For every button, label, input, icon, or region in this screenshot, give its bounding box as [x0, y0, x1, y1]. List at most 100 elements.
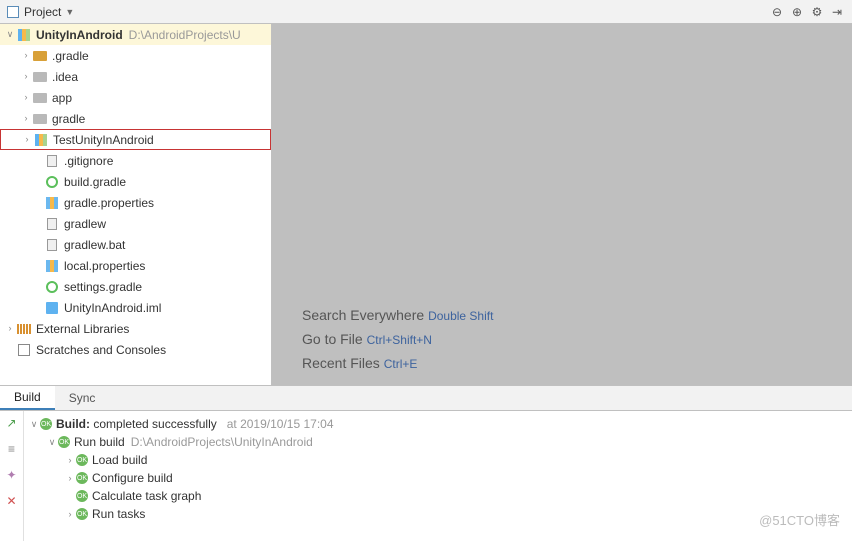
- run-build-row[interactable]: ∨ OK Run build D:\AndroidProjects\UnityI…: [24, 433, 852, 451]
- prop-icon: [44, 196, 60, 210]
- library-icon: [16, 322, 32, 336]
- ok-icon: OK: [76, 454, 88, 466]
- hide-icon[interactable]: ⇥: [828, 3, 846, 21]
- chevron-right-icon[interactable]: ›: [21, 135, 33, 144]
- tree-item[interactable]: › app: [0, 87, 271, 108]
- file-icon: [44, 238, 60, 252]
- build-task-row[interactable]: ›OKCalculate task graph: [24, 487, 852, 505]
- editor-hint: Search Everywhere Double Shift: [302, 307, 852, 323]
- tree-item[interactable]: › .gradle: [0, 45, 271, 66]
- module-icon: [33, 133, 49, 147]
- shortcut-key: Ctrl+E: [384, 357, 418, 371]
- pin-icon[interactable]: ✦: [4, 467, 20, 483]
- tree-item-label: External Libraries: [36, 322, 129, 336]
- tree-item[interactable]: ›UnityInAndroid.iml: [0, 297, 271, 318]
- tree-item-label: .gitignore: [64, 154, 113, 168]
- tree-item[interactable]: › gradle: [0, 108, 271, 129]
- editor-hint: Recent Files Ctrl+E: [302, 355, 852, 371]
- chevron-down-icon[interactable]: ∨: [46, 438, 58, 447]
- file-icon: [44, 217, 60, 231]
- collapse-all-icon[interactable]: ⊖: [768, 3, 786, 21]
- build-time: at 2019/10/15 17:04: [227, 417, 334, 431]
- gradle-icon: [44, 280, 60, 294]
- chevron-down-icon[interactable]: ▼: [65, 7, 74, 17]
- ok-icon: OK: [76, 508, 88, 520]
- tree-root[interactable]: ∨ UnityInAndroid D:\AndroidProjects\U: [0, 24, 271, 45]
- tree-item[interactable]: ›gradlew.bat: [0, 234, 271, 255]
- task-label: Calculate task graph: [92, 489, 201, 503]
- project-toolbar: Project ▼ ⊖ ⊕ ⚙ ⇥: [0, 0, 852, 24]
- ok-icon: OK: [58, 436, 70, 448]
- chevron-right-icon[interactable]: ›: [64, 456, 76, 465]
- tab-sync[interactable]: Sync: [55, 386, 110, 410]
- build-task-row[interactable]: ›OK Run tasks: [24, 505, 852, 523]
- chevron-right-icon[interactable]: ›: [20, 51, 32, 60]
- tree-item-label: Scratches and Consoles: [36, 343, 166, 357]
- tree-item[interactable]: ›settings.gradle: [0, 276, 271, 297]
- tree-item-label: TestUnityInAndroid: [53, 133, 154, 147]
- build-task-row[interactable]: ›OK Load build: [24, 451, 852, 469]
- project-tree[interactable]: ∨ UnityInAndroid D:\AndroidProjects\U ›.…: [0, 24, 272, 385]
- chevron-right-icon[interactable]: ›: [64, 474, 76, 483]
- task-label: Run tasks: [92, 507, 145, 521]
- build-panel: ↗ ≡ ✦ ✕ ∨ OK Build: completed successful…: [0, 411, 852, 541]
- tree-item[interactable]: ›gradlew: [0, 213, 271, 234]
- tree-item-label: .gradle: [52, 49, 89, 63]
- close-icon[interactable]: ✕: [4, 493, 20, 509]
- chevron-down-icon[interactable]: ∨: [28, 420, 40, 429]
- tree-item-label: .idea: [52, 70, 78, 84]
- tree-root-path: D:\AndroidProjects\U: [129, 28, 241, 42]
- build-tree[interactable]: ∨ OK Build: completed successfully at 20…: [24, 411, 852, 541]
- rerun-icon[interactable]: ↗: [4, 415, 20, 431]
- tree-item[interactable]: › .idea: [0, 66, 271, 87]
- main-area: ∨ UnityInAndroid D:\AndroidProjects\U ›.…: [0, 24, 852, 385]
- ok-icon: OK: [76, 472, 88, 484]
- tree-item[interactable]: ›gradle.properties: [0, 192, 271, 213]
- tree-item-label: local.properties: [64, 259, 145, 273]
- task-label: Load build: [92, 453, 147, 467]
- chevron-right-icon[interactable]: ›: [64, 510, 76, 519]
- folder-closed: [32, 70, 48, 84]
- tree-item[interactable]: › TestUnityInAndroid: [0, 129, 271, 150]
- chevron-down-icon[interactable]: ∨: [4, 30, 16, 39]
- editor-empty: Search Everywhere Double Shift Go to File…: [272, 24, 852, 385]
- filter-icon[interactable]: ≡: [4, 441, 20, 457]
- tab-build[interactable]: Build: [0, 386, 55, 410]
- chevron-right-icon[interactable]: ›: [4, 324, 16, 333]
- build-header: Build Sync: [0, 385, 852, 411]
- project-dropdown[interactable]: Project: [24, 5, 61, 19]
- scratch-icon: [16, 343, 32, 357]
- prop-icon: [44, 259, 60, 273]
- tree-item-label: app: [52, 91, 72, 105]
- external-libraries[interactable]: › External Libraries: [0, 318, 271, 339]
- tree-item[interactable]: ›.gitignore: [0, 150, 271, 171]
- tree-item-label: settings.gradle: [64, 280, 142, 294]
- editor-hint: Go to File Ctrl+Shift+N: [302, 331, 852, 347]
- chevron-right-icon[interactable]: ›: [20, 72, 32, 81]
- module-icon: [16, 28, 32, 42]
- locate-icon[interactable]: ⊕: [788, 3, 806, 21]
- chevron-right-icon[interactable]: ›: [20, 93, 32, 102]
- shortcut-key: Ctrl+Shift+N: [367, 333, 432, 347]
- build-task-row[interactable]: ›OK Configure build: [24, 469, 852, 487]
- build-root-row[interactable]: ∨ OK Build: completed successfully at 20…: [24, 415, 852, 433]
- tree-item-label: UnityInAndroid.iml: [64, 301, 161, 315]
- tree-item[interactable]: ›local.properties: [0, 255, 271, 276]
- gear-icon[interactable]: ⚙: [808, 3, 826, 21]
- iml-icon: [44, 301, 60, 315]
- tree-item-label: gradle: [52, 112, 85, 126]
- tree-item-label: gradlew: [64, 217, 106, 231]
- folder-closed: [32, 91, 48, 105]
- tree-item-label: build.gradle: [64, 175, 126, 189]
- gradle-icon: [44, 175, 60, 189]
- task-label: Configure build: [92, 471, 173, 485]
- scratches-consoles[interactable]: Scratches and Consoles: [0, 339, 271, 360]
- tree-item[interactable]: ›build.gradle: [0, 171, 271, 192]
- build-sidebar: ↗ ≡ ✦ ✕: [0, 411, 24, 541]
- tree-item-label: gradlew.bat: [64, 238, 125, 252]
- chevron-right-icon[interactable]: ›: [20, 114, 32, 123]
- ok-icon: OK: [76, 490, 88, 502]
- project-icon: [6, 5, 20, 19]
- shortcut-key: Double Shift: [428, 309, 493, 323]
- ok-icon: OK: [40, 418, 52, 430]
